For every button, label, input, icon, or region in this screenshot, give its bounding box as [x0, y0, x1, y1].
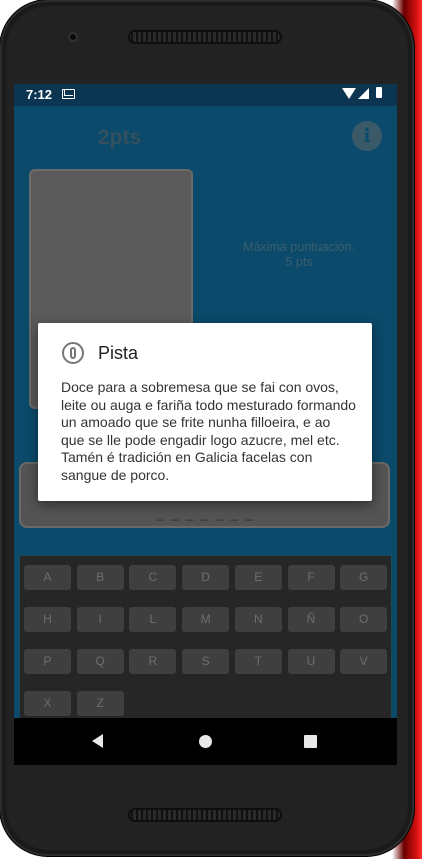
key-t[interactable]: T — [234, 649, 282, 674]
max-score: Máxima puntuación. 5 pts — [224, 240, 374, 270]
phone-frame: 7:12 2pts i Máxima puntuación. 5 pts _ _… — [0, 0, 414, 856]
status-time: 7:12 — [26, 87, 53, 102]
front-camera — [68, 32, 78, 42]
key-m[interactable]: M — [182, 607, 230, 632]
key-n[interactable]: N — [234, 607, 282, 632]
info-icon[interactable]: i — [352, 121, 382, 151]
key-a[interactable]: A — [24, 565, 71, 590]
key-f[interactable]: F — [287, 565, 335, 590]
hint-icon — [62, 342, 84, 364]
answer-placeholder: _ _ _ _ _ _ _ — [156, 506, 255, 521]
key-z[interactable]: Z — [76, 691, 124, 716]
home-icon[interactable] — [199, 735, 212, 748]
key-ñ[interactable]: Ñ — [287, 607, 335, 632]
bottom-speaker — [128, 808, 282, 822]
hint-dialog: Pista Doce para a sobremesa que se fai c… — [38, 323, 372, 501]
mail-icon — [62, 89, 75, 99]
key-x[interactable]: X — [24, 691, 71, 716]
max-score-label: Máxima puntuación. — [243, 240, 355, 254]
key-e[interactable]: E — [234, 565, 282, 590]
key-l[interactable]: L — [129, 607, 177, 632]
key-g[interactable]: G — [340, 565, 388, 590]
key-s[interactable]: S — [182, 649, 230, 674]
key-v[interactable]: V — [340, 649, 388, 674]
battery-icon — [376, 87, 382, 98]
key-d[interactable]: D — [182, 565, 230, 590]
key-o[interactable]: O — [340, 607, 388, 632]
wifi-icon — [342, 88, 356, 99]
key-i[interactable]: I — [76, 607, 124, 632]
key-c[interactable]: C — [129, 565, 177, 590]
letter-keyboard: ABCDEFG HILMNÑO PQRSTUV XZ — [19, 555, 392, 734]
navigation-bar — [14, 718, 397, 765]
status-bar: 7:12 — [14, 84, 397, 106]
dialog-title: Pista — [98, 343, 139, 363]
key-q[interactable]: Q — [76, 649, 124, 674]
recents-icon[interactable] — [304, 735, 317, 748]
dialog-body: Doce para a sobremesa que se fai con ovo… — [61, 379, 356, 483]
key-u[interactable]: U — [287, 649, 335, 674]
score-label: 2pts — [98, 126, 142, 149]
max-score-value: 5 pts — [285, 255, 313, 269]
key-r[interactable]: R — [129, 649, 177, 674]
signal-icon — [358, 88, 369, 99]
key-h[interactable]: H — [24, 607, 71, 632]
key-p[interactable]: P — [24, 649, 71, 674]
key-b[interactable]: B — [76, 565, 124, 590]
top-speaker — [128, 30, 282, 44]
back-icon[interactable] — [92, 734, 103, 748]
